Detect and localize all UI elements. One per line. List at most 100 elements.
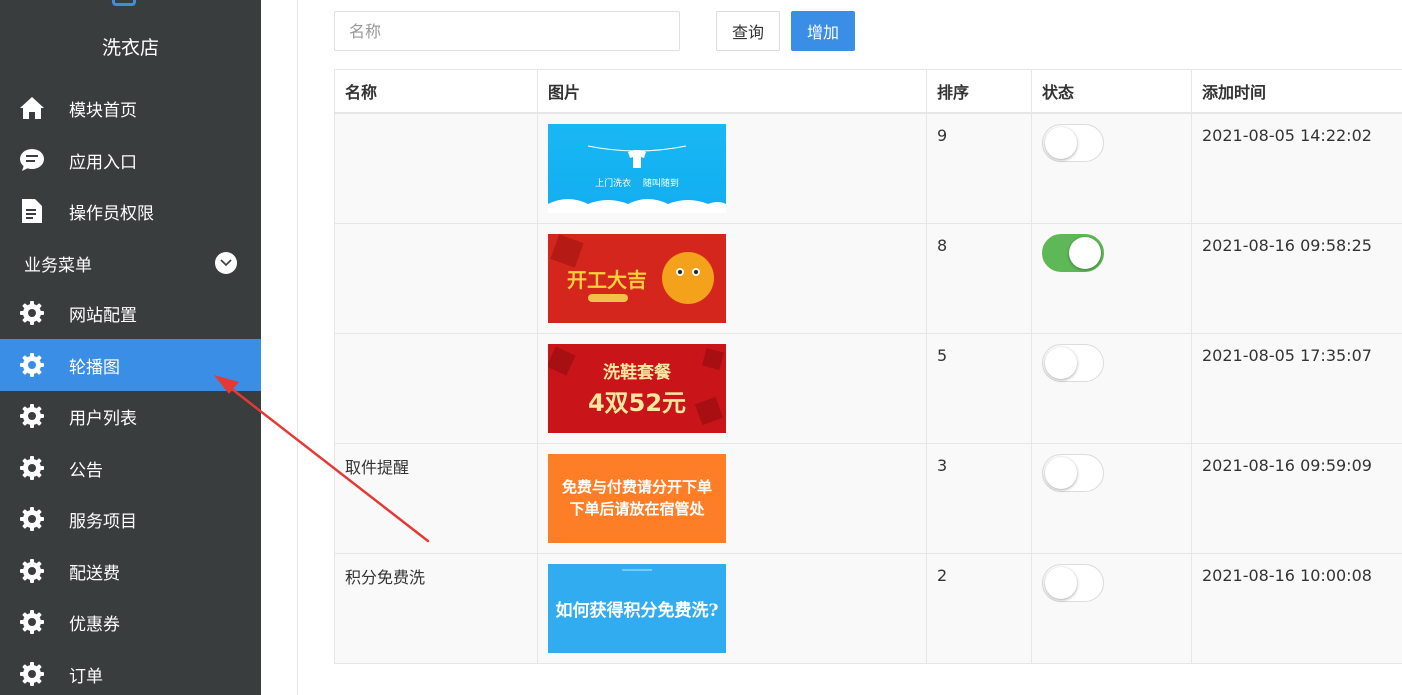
row-added-time: 2021-08-05 17:35:07 [1191, 332, 1402, 444]
row-status-cell [1031, 112, 1192, 224]
gear-icon [18, 608, 46, 636]
row-name [334, 112, 538, 224]
sidebar-item-home[interactable]: 模块首页 [0, 82, 261, 134]
sidebar-item-app-entry[interactable]: 应用入口 [0, 134, 261, 186]
sidebar-item-label: 网站配置 [69, 305, 137, 326]
row-name [334, 222, 538, 334]
column-header-sort: 排序 [926, 69, 1032, 114]
carousel-image[interactable]: 开工大吉 [548, 233, 726, 323]
sidebar-item-label: 操作员权限 [69, 203, 154, 224]
gear-icon [18, 454, 46, 482]
chevron-down-icon[interactable] [215, 252, 237, 274]
gear-icon [18, 505, 46, 533]
column-header-status: 状态 [1031, 69, 1192, 114]
sidebar-item-label: 订单 [69, 666, 103, 687]
sidebar: 洗衣店 模块首页 应用入口 操作员权限 业务菜单 网站配置 轮播图 用户列表 公… [0, 0, 261, 695]
sidebar-item-label: 模块首页 [69, 100, 137, 121]
carousel-table: 名称 图片 排序 状态 添加时间 上门洗衣 随叫随到 9 2021-08-05 … [334, 69, 1402, 664]
query-button[interactable]: 查询 [716, 11, 780, 51]
name-search-input[interactable] [334, 11, 680, 51]
sidebar-item-label: 优惠券 [69, 614, 120, 635]
sidebar-group-business-menu[interactable]: 业务菜单 [0, 237, 261, 289]
content-divider [297, 0, 298, 695]
banner-text: 上门洗衣 随叫随到 [595, 178, 679, 189]
sidebar-item-label: 轮播图 [69, 357, 120, 378]
sidebar-item-label: 配送费 [69, 563, 120, 584]
table-row: 开工大吉 8 2021-08-16 09:58:25 [334, 222, 1402, 334]
gear-icon [18, 660, 46, 688]
row-added-time: 2021-08-16 10:00:08 [1191, 552, 1402, 664]
table-row: 洗鞋套餐 4双52元 5 2021-08-05 17:35:07 [334, 332, 1402, 444]
sidebar-item-label: 服务项目 [69, 511, 137, 532]
chat-icon [18, 146, 46, 174]
sidebar-item-notice[interactable]: 公告 [0, 442, 261, 494]
row-status-cell [1031, 442, 1192, 554]
banner-text: 开工大吉 [567, 267, 647, 292]
status-toggle[interactable] [1042, 343, 1104, 382]
banner-text: 洗鞋套餐 [603, 363, 671, 383]
row-sort: 3 [926, 442, 1032, 554]
banner-text: 4双52元 [587, 389, 687, 417]
column-header-added-time: 添加时间 [1191, 69, 1402, 114]
row-added-time: 2021-08-05 14:22:02 [1191, 112, 1402, 224]
row-image-cell: 上门洗衣 随叫随到 [537, 112, 927, 224]
gear-icon [18, 557, 46, 585]
sidebar-item-operator-permissions[interactable]: 操作员权限 [0, 185, 261, 237]
table-header-row: 名称 图片 排序 状态 添加时间 [334, 69, 1402, 114]
sidebar-item-services[interactable]: 服务项目 [0, 493, 261, 545]
row-sort: 8 [926, 222, 1032, 334]
sidebar-group-label: 业务菜单 [24, 255, 92, 276]
status-toggle[interactable] [1042, 563, 1104, 602]
carousel-image[interactable]: 洗鞋套餐 4双52元 [548, 343, 726, 433]
table-row: 积分免费洗 如何获得积分免费洗? 2 2021-08-16 10:00:08 [334, 552, 1402, 664]
carousel-image[interactable]: 上门洗衣 随叫随到 [548, 123, 726, 213]
toggle-knob [1045, 346, 1077, 379]
shop-name: 洗衣店 [101, 37, 159, 59]
row-sort: 5 [926, 332, 1032, 444]
sidebar-item-user-list[interactable]: 用户列表 [0, 390, 261, 442]
row-image-cell: 如何获得积分免费洗? [537, 552, 927, 664]
sidebar-item-label: 用户列表 [69, 408, 137, 429]
banner-text: 下单后请放在宿管处 [569, 500, 705, 518]
gear-icon [18, 402, 46, 430]
app-logo-icon [112, 0, 136, 6]
row-name: 取件提醒 [334, 442, 538, 554]
carousel-image[interactable]: 如何获得积分免费洗? [548, 563, 726, 653]
row-added-time: 2021-08-16 09:59:09 [1191, 442, 1402, 554]
row-added-time: 2021-08-16 09:58:25 [1191, 222, 1402, 334]
sidebar-item-coupons[interactable]: 优惠券 [0, 596, 261, 648]
row-status-cell [1031, 222, 1192, 334]
toggle-knob [1045, 456, 1077, 489]
row-image-cell: 免费与付费请分开下单 下单后请放在宿管处 [537, 442, 927, 554]
gear-icon [18, 299, 46, 327]
row-name [334, 332, 538, 444]
sidebar-item-label: 公告 [69, 460, 103, 481]
sidebar-item-carousel[interactable]: 轮播图 [0, 339, 261, 391]
row-sort: 9 [926, 112, 1032, 224]
add-button[interactable]: 增加 [791, 11, 855, 51]
sidebar-item-label: 应用入口 [69, 152, 137, 173]
table-row: 取件提醒 免费与付费请分开下单 下单后请放在宿管处 3 2021-08-16 0… [334, 442, 1402, 554]
status-toggle[interactable] [1042, 233, 1104, 272]
status-toggle[interactable] [1042, 123, 1104, 162]
row-image-cell: 洗鞋套餐 4双52元 [537, 332, 927, 444]
column-header-image: 图片 [537, 69, 927, 114]
home-icon [18, 94, 46, 122]
toggle-knob [1045, 566, 1077, 599]
banner-text: 免费与付费请分开下单 [561, 478, 712, 496]
toggle-knob [1045, 126, 1077, 159]
sidebar-item-delivery-fee[interactable]: 配送费 [0, 545, 261, 597]
row-sort: 2 [926, 552, 1032, 664]
carousel-image[interactable]: 免费与付费请分开下单 下单后请放在宿管处 [548, 453, 726, 543]
gear-icon [18, 351, 46, 379]
status-toggle[interactable] [1042, 453, 1104, 492]
row-name: 积分免费洗 [334, 552, 538, 664]
sidebar-item-site-config[interactable]: 网站配置 [0, 287, 261, 339]
document-icon [18, 197, 46, 225]
row-status-cell [1031, 552, 1192, 664]
column-header-name: 名称 [334, 69, 538, 114]
table-row: 上门洗衣 随叫随到 9 2021-08-05 14:22:02 [334, 112, 1402, 224]
row-status-cell [1031, 332, 1192, 444]
sidebar-item-orders[interactable]: 订单 [0, 648, 261, 695]
row-image-cell: 开工大吉 [537, 222, 927, 334]
